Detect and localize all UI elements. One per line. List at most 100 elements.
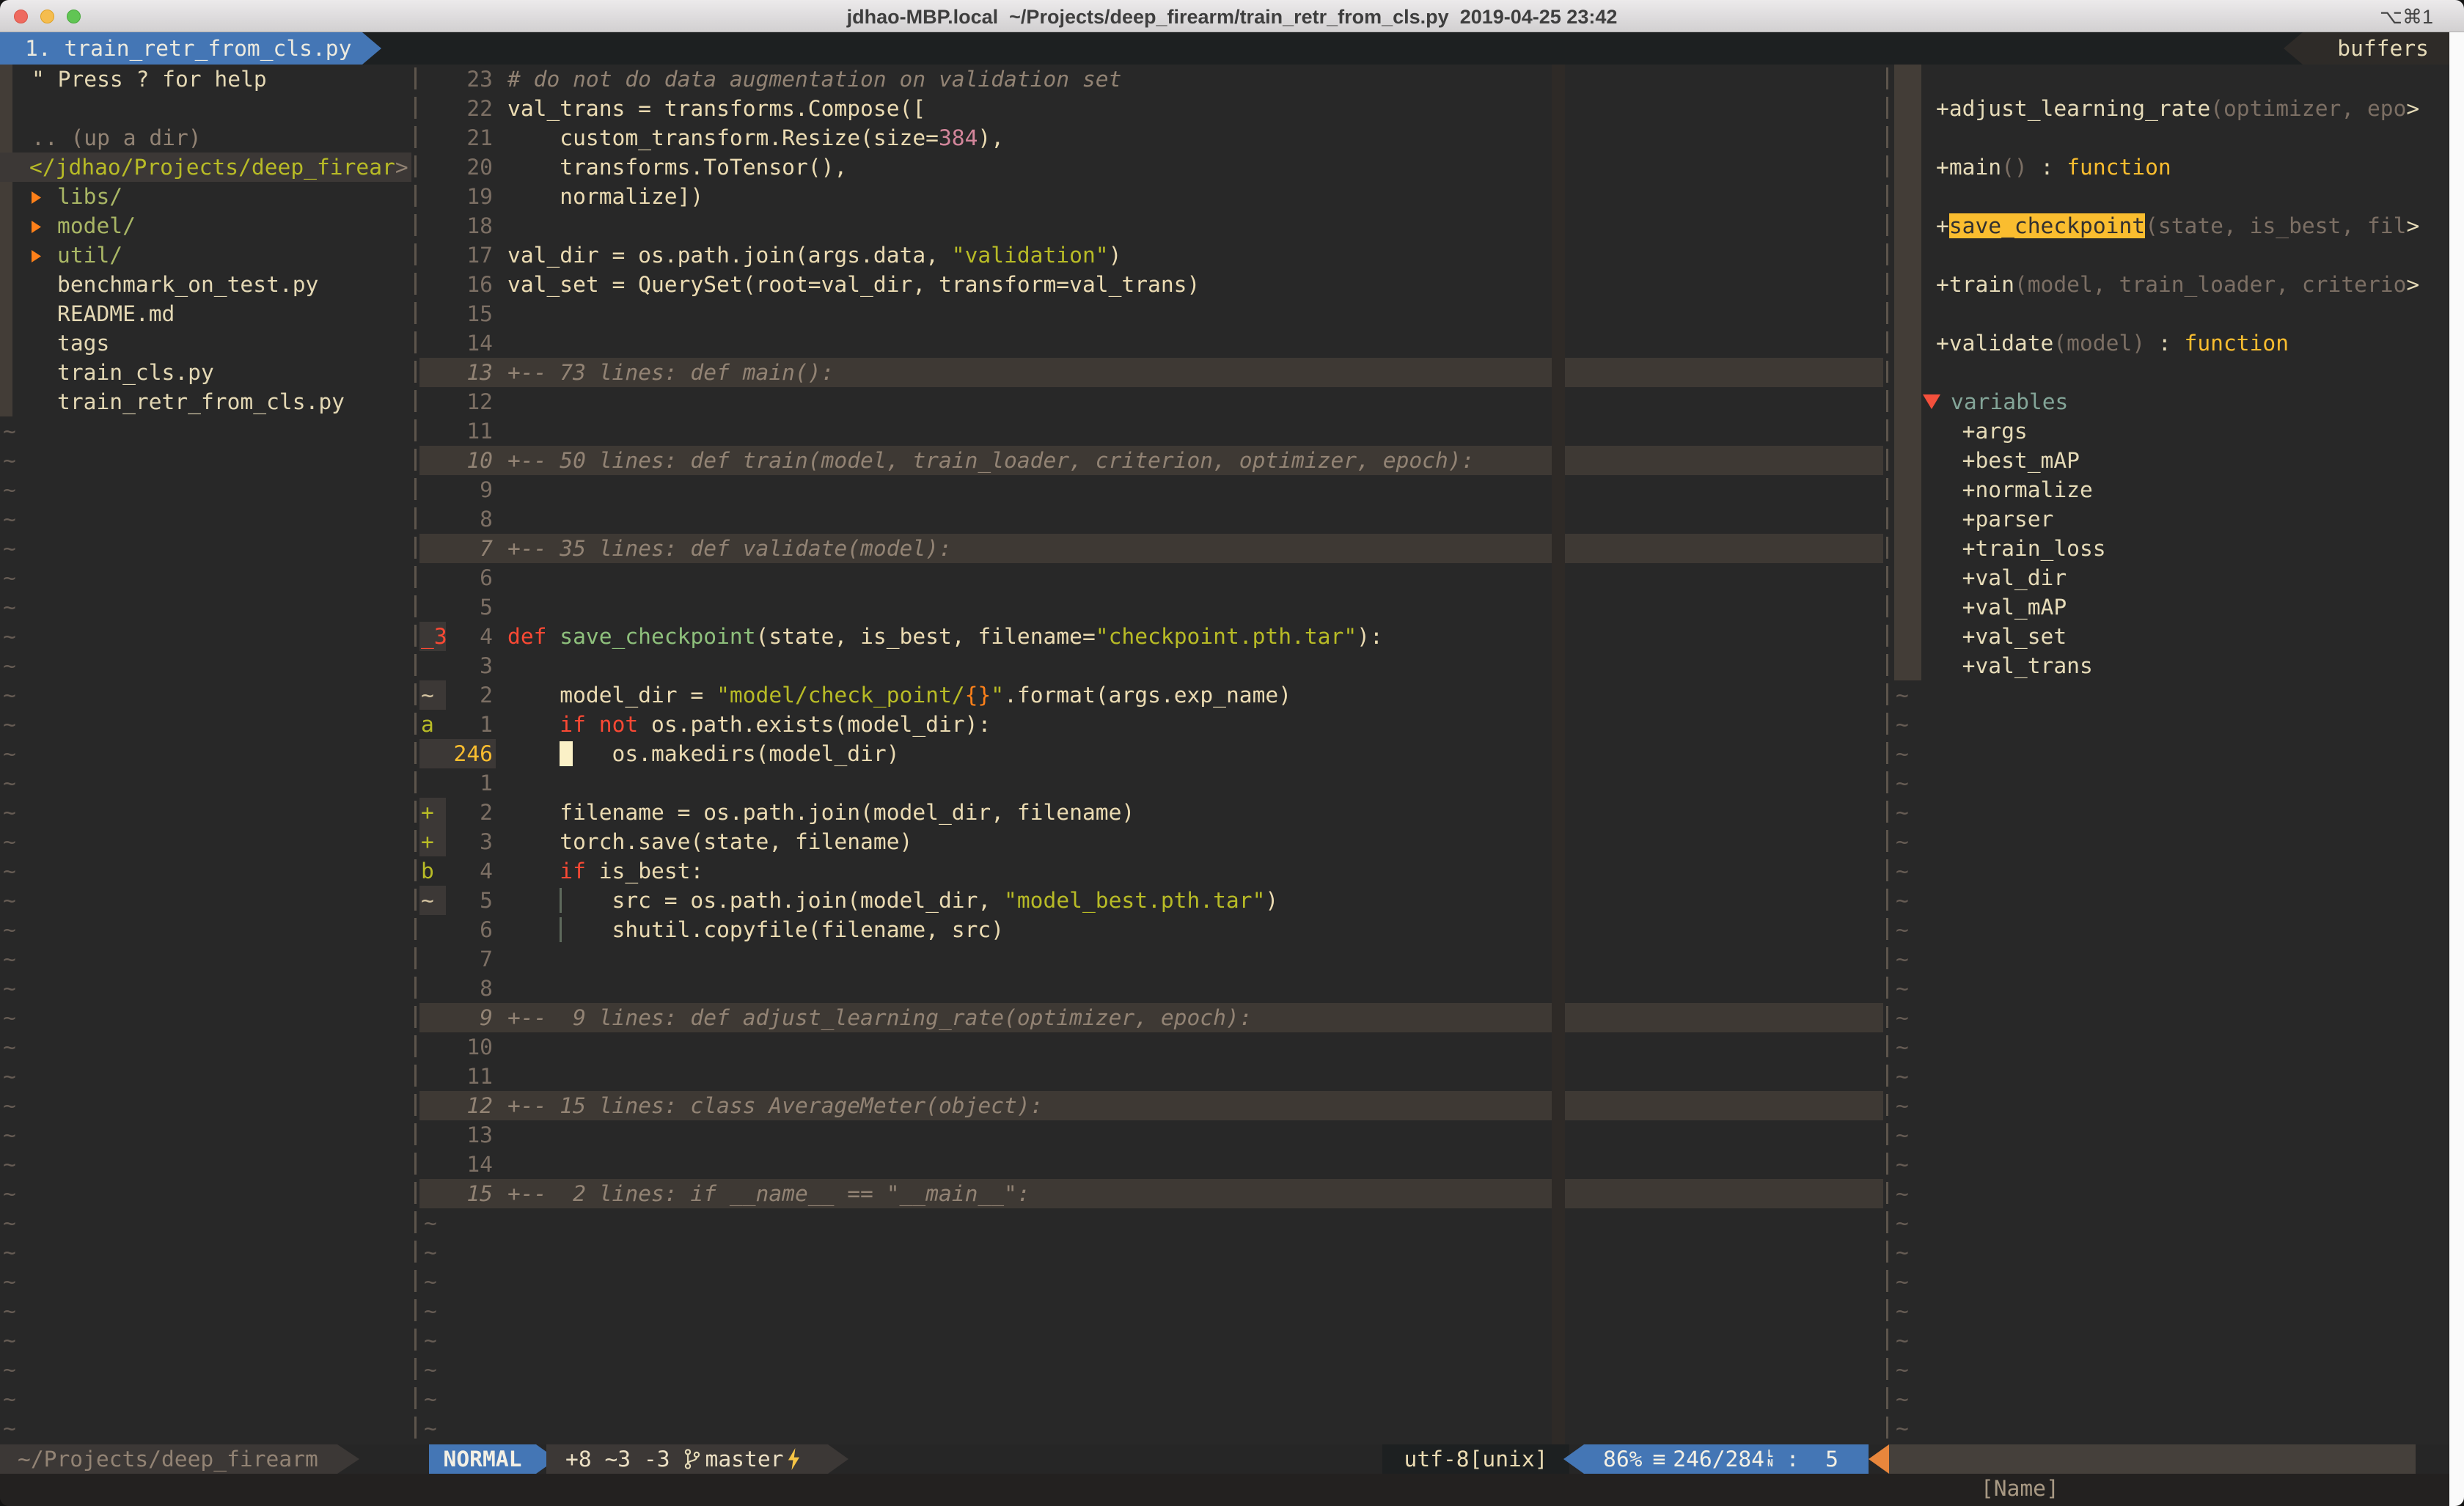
tag-item[interactable]: +main() : function [1936,153,2171,182]
empty-line: ~ [1896,1355,1909,1384]
fold-line[interactable]: 15+-- 2 lines: if __name__ == "__main__"… [419,1179,1883,1208]
minimize-button[interactable] [40,10,54,23]
window-separator-left[interactable] [411,65,419,1444]
tree-file[interactable]: benchmark_on_test.py [57,270,318,299]
code-line[interactable]: torch.save(state, filename) [507,827,912,856]
scroll-percent: 86% [1603,1444,1642,1474]
tagbar-kind-variables[interactable]: variables [1923,387,2068,416]
line-number: 15 [446,299,493,328]
line-number: 3 [446,827,493,856]
gutter-sign: a [419,710,446,739]
code-line[interactable]: if not os.path.exists(model_dir): [507,710,991,739]
tree-root[interactable]: </jdhao/Projects/deep_firear> [29,153,408,182]
line-number: 5 [446,592,493,622]
collapse-triangle-icon[interactable] [1923,394,1940,409]
code-line[interactable]: val_trans = transforms.Compose([ [507,94,925,123]
empty-line: ~ [1896,886,1909,915]
zoom-button[interactable] [67,10,81,23]
gutter-sign: b [419,856,446,886]
window-title: jdhao-MBP.local ~/Projects/deep_firearm/… [220,0,2244,32]
empty-line: ~ [3,1120,16,1150]
code-line[interactable]: if is_best: [507,856,703,886]
line-number: 11 [446,416,493,446]
tree-up-dir[interactable]: .. (up a dir) [32,123,202,153]
tag-item[interactable]: +adjust_learning_rate(optimizer, epo> [1936,94,2419,123]
code-line[interactable]: filename = os.path.join(model_dir, filen… [507,798,1134,827]
tree-file[interactable]: train_cls.py [57,358,214,387]
empty-line: ~ [3,416,16,446]
empty-line: ~ [3,1267,16,1296]
code-line[interactable]: custom_transform.Resize(size=384), [507,123,1004,153]
mode-indicator: NORMAL [429,1444,536,1474]
fold-line[interactable]: 10+-- 50 lines: def train(model, train_l… [419,446,1883,475]
tree-folder[interactable]: libs/ [32,182,122,211]
folder-collapsed-icon[interactable] [32,191,41,204]
code-line[interactable]: os.makedirs(model_dir) [507,739,900,768]
statusline: ~/Projects/deep_firearm NORMAL +8 ~3 -3 … [0,1444,2449,1474]
tagbar-gutter-strip [1894,65,1921,680]
gutter-sign: + [419,827,446,856]
close-button[interactable] [14,10,28,23]
highlighted-tag: save_checkpoint [1949,213,2145,238]
empty-line: ~ [3,1355,16,1384]
empty-line: ~ [3,1032,16,1062]
window-separator-right[interactable] [1883,65,1891,1444]
git-hunks: +8 ~3 -3 [565,1444,670,1474]
code-line[interactable]: # do not do data augmentation on validat… [507,65,1121,94]
line-number: 22 [446,94,493,123]
line-number: 7 [446,534,493,563]
tag-item[interactable]: +val_set [1936,622,2067,651]
tag-item[interactable]: +validate(model) : function [1936,328,2289,358]
empty-line: ~ [3,974,16,1003]
fold-line[interactable]: 13+-- 73 lines: def main(): [419,358,1883,387]
line-number: 8 [446,504,493,534]
tree-folder[interactable]: util/ [32,240,122,270]
empty-line: ~ [424,1384,437,1414]
cursor-block [560,741,573,766]
tab-current[interactable]: 1. train_retr_from_cls.py [0,32,362,65]
scrollbar[interactable] [2449,32,2464,1506]
folder-collapsed-icon[interactable] [32,221,41,233]
code-line[interactable]: src = os.path.join(model_dir, "model_bes… [507,886,1278,915]
code-line[interactable]: shutil.copyfile(filename, src) [507,915,1004,944]
tag-item[interactable]: +val_trans [1936,651,2093,680]
tree-file[interactable]: README.md [57,299,175,328]
code-line[interactable]: normalize]) [507,182,703,211]
fold-line[interactable]: 9+-- 9 lines: def adjust_learning_rate(o… [419,1003,1883,1032]
powerline-arrow-left-orange-icon [1869,1444,1889,1474]
gutter-sign: ~ [419,680,446,710]
tag-item[interactable]: +normalize [1936,475,2093,504]
tree-folder[interactable]: model/ [32,211,136,240]
tag-item[interactable]: +train_loss [1936,534,2106,563]
code-line[interactable]: def save_checkpoint(state, is_best, file… [507,622,1383,651]
fold-line[interactable]: 7 +-- 35 lines: def validate(model): [419,534,1883,563]
column-indicator: : 5 [1773,1444,1838,1474]
line-number: 5 [446,886,493,915]
fold-line[interactable]: 12+-- 15 lines: class AverageMeter(objec… [419,1091,1883,1120]
content-area: 23 # do not do data augmentation on valid… [0,65,2464,1444]
tree-file[interactable]: tags [57,328,109,358]
folder-collapsed-icon[interactable] [32,250,41,262]
line-number: 23 [446,65,493,94]
code-line[interactable]: model_dir = "model/check_point/{}".forma… [507,680,1291,710]
code-line[interactable]: val_dir = os.path.join(args.data, "valid… [507,240,1121,270]
tag-item[interactable]: +save_checkpoint(state, is_best, fil> [1936,211,2419,240]
tag-item[interactable]: +val_mAP [1936,592,2067,622]
empty-line: ~ [3,651,16,680]
buffers-label[interactable]: buffers [2284,32,2449,65]
tag-item[interactable]: +best_mAP [1936,446,2080,475]
empty-line: ~ [1896,739,1909,768]
line-number: 19 [446,182,493,211]
tag-item[interactable]: +args [1936,416,2028,446]
tag-item[interactable]: +train(model, train_loader, criterio> [1936,270,2419,299]
truncation-marker: > [395,155,408,180]
tab-arrow-icon [362,32,381,65]
tag-item[interactable]: +parser [1936,504,2053,534]
tag-item[interactable]: +val_dir [1936,563,2067,592]
tree-file[interactable]: train_retr_from_cls.py [57,387,345,416]
code-line[interactable]: val_set = QuerySet(root=val_dir, transfo… [507,270,1200,299]
fold-text: +-- 35 lines: def validate(model): [507,534,952,563]
empty-line: ~ [1896,1062,1909,1091]
empty-line: ~ [1896,1179,1909,1208]
code-line[interactable]: transforms.ToTensor(), [507,153,847,182]
